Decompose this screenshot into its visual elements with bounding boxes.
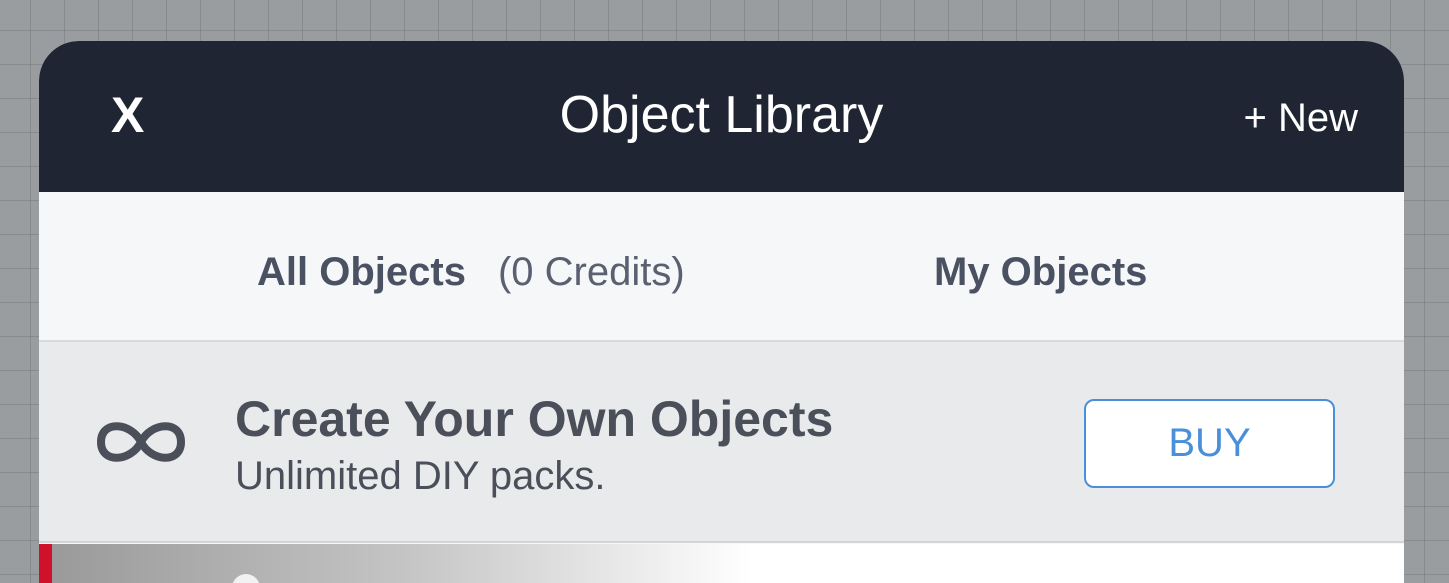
credits-count: (0 Credits) [497, 250, 685, 294]
list-item-thumbnail [52, 544, 752, 583]
list-item-accent [39, 544, 52, 583]
list-item[interactable] [39, 544, 1404, 583]
tab-bar: All Objects (0 Credits) My Objects [39, 192, 1404, 342]
object-library-modal: X Object Library + New All Objects (0 Cre… [39, 41, 1404, 583]
promo-row: Create Your Own Objects Unlimited DIY pa… [39, 342, 1404, 543]
promo-subtitle: Unlimited DIY packs. [235, 454, 606, 498]
buy-button[interactable]: BUY [1084, 399, 1335, 488]
page-title: Object Library [559, 86, 884, 144]
tab-all-objects-label: All Objects [257, 250, 466, 294]
promo-title: Create Your Own Objects [235, 391, 834, 447]
tab-all-objects[interactable]: All Objects (0 Credits) [257, 248, 685, 296]
infinity-icon [97, 422, 185, 462]
new-object-button[interactable]: + New [1244, 93, 1359, 143]
list-item-thumbnail-shape [232, 574, 260, 583]
tab-my-objects[interactable]: My Objects [934, 248, 1147, 296]
modal-header: X Object Library + New [39, 41, 1404, 192]
